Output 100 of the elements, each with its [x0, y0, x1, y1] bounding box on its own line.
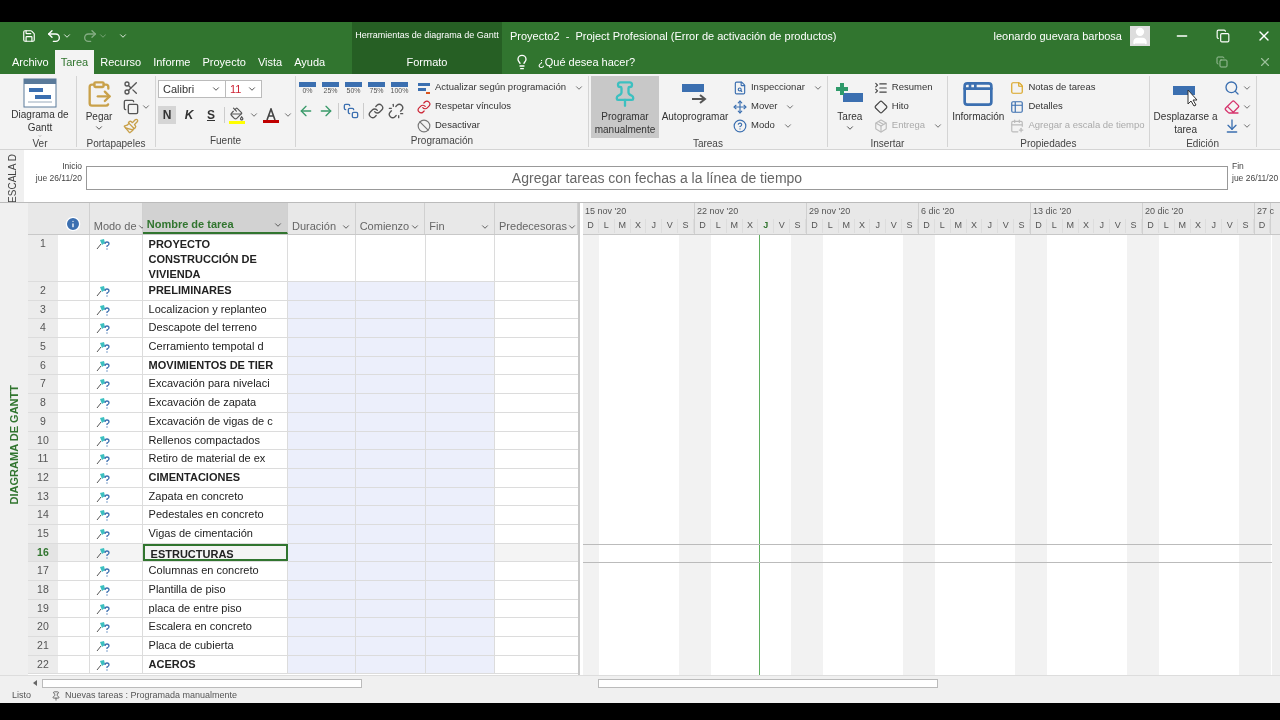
ribbon-small-button[interactable]: Mover	[730, 97, 825, 116]
ribbon-small-button[interactable]: Resumen	[871, 78, 946, 97]
day-label: X	[630, 219, 647, 233]
ribbon-large-button[interactable]: Diagrama de Gantt	[6, 76, 74, 138]
day-label: D	[1143, 219, 1159, 233]
ribbon-tab[interactable]: Recurso	[94, 50, 148, 74]
row-number[interactable]: 21	[28, 637, 58, 655]
day-label: S	[902, 219, 918, 233]
day-label: D	[807, 219, 823, 233]
day-label: S	[1126, 219, 1142, 233]
column-header[interactable]: Predecesoras	[495, 203, 578, 234]
start-label: Inicio	[62, 160, 82, 172]
row-number[interactable]: 8	[28, 394, 58, 412]
day-label: D	[1255, 219, 1270, 233]
day-label: M	[950, 219, 967, 233]
column-header[interactable]: Duración	[288, 203, 356, 234]
week-label: 22 nov '20	[696, 205, 740, 218]
week-label: 6 dic '20	[920, 205, 956, 218]
ribbon-small-button[interactable]: Respetar vínculos	[415, 97, 586, 116]
day-label: L	[822, 219, 839, 233]
row-number[interactable]: 11	[28, 450, 58, 468]
end-label: Fin	[1232, 160, 1244, 172]
day-label: X	[742, 219, 759, 233]
week-label: 20 dic '20	[1144, 205, 1185, 218]
ribbon-tab[interactable]: Archivo	[6, 50, 55, 74]
ribbon-small-button[interactable]: Detalles	[1008, 97, 1147, 116]
ribbon-large-button[interactable]: Tarea	[829, 76, 870, 138]
ribbon-small-button[interactable]: Inspeccionar	[730, 78, 825, 97]
day-label: J	[1094, 219, 1111, 233]
day-label: X	[1190, 219, 1207, 233]
context-group-label: Herramientas de diagrama de Gantt	[355, 29, 499, 43]
day-label: D	[919, 219, 935, 233]
day-label: L	[1158, 219, 1175, 233]
ribbon-tab[interactable]: Proyecto	[196, 50, 252, 74]
underline-button[interactable]: S	[202, 106, 220, 124]
row-number[interactable]: 7	[28, 375, 58, 394]
status-text: Listo	[12, 690, 31, 701]
day-label: M	[1062, 219, 1079, 233]
row-number[interactable]: 1	[28, 235, 58, 281]
user-name: leonardo guevara barbosa	[993, 28, 1123, 44]
ribbon-small-button[interactable]: Hito	[871, 97, 946, 116]
ribbon-small-button[interactable]: Actualizar según programación	[415, 78, 586, 97]
group-label: Propiedades	[1019, 138, 1078, 149]
day-label: J	[1206, 219, 1223, 233]
bold-button[interactable]: N	[158, 106, 176, 124]
column-header[interactable]: Fin	[425, 203, 495, 234]
group-label: Fuente	[208, 135, 243, 147]
ribbon-tab[interactable]: Informe	[147, 50, 197, 74]
week-label: 29 nov '20	[808, 205, 852, 218]
day-label: M	[838, 219, 855, 233]
day-label: D	[1031, 219, 1047, 233]
day-label: L	[598, 219, 615, 233]
day-label: L	[1046, 219, 1063, 233]
week-label: 15 nov '20	[584, 205, 628, 218]
new-tasks-status[interactable]: Nuevas tareas : Programada manualmente	[51, 690, 238, 701]
row-number[interactable]: 5	[28, 338, 58, 356]
day-label: X	[1078, 219, 1095, 233]
ribbon-large-button[interactable]: Autoprogramar	[660, 76, 729, 138]
font-name-field[interactable]: Calibri	[158, 80, 226, 98]
window-title: Proyecto2 - Project Profesional (Error de activación de productos)	[509, 28, 837, 44]
ribbon-large-button[interactable]: Información	[950, 76, 1007, 138]
day-label: M	[614, 219, 631, 233]
ribbon-large-button[interactable]: Programar manualmente	[590, 76, 659, 138]
ribbon-large-button[interactable]: Desplazarse a tarea	[1151, 76, 1220, 138]
ribbon-small-button[interactable]: Modo	[730, 116, 825, 135]
row-number[interactable]: 17	[28, 562, 58, 580]
group-label: Insertar	[869, 138, 906, 149]
day-label: S	[678, 219, 694, 233]
row-number[interactable]: 18	[28, 581, 58, 599]
ribbon-large-button[interactable]: Pegar	[79, 76, 119, 138]
row-number[interactable]: 20	[28, 618, 58, 637]
day-label: J	[870, 219, 887, 233]
row-number[interactable]: 2	[28, 282, 58, 300]
day-label: V	[1222, 219, 1239, 233]
day-label: V	[774, 219, 791, 233]
task-name-cell[interactable]: ESTRUCTURAS	[142, 543, 289, 562]
day-label: L	[934, 219, 951, 233]
ribbon-tab[interactable]: Tarea	[54, 50, 95, 74]
day-label: X	[966, 219, 983, 233]
ribbon-small-button[interactable]: Desactivar	[415, 116, 586, 135]
ribbon-small-button[interactable]: Notas de tareas	[1008, 78, 1147, 97]
ribbon-tab[interactable]: Vista	[251, 50, 289, 74]
task-name-cell[interactable]: PROYECTO CONSTRUCCIÓN DE VIVIENDA	[142, 235, 289, 281]
column-header[interactable]: Nombre de tarea	[142, 203, 288, 234]
day-label: S	[1238, 219, 1254, 233]
italic-button[interactable]: K	[180, 106, 198, 124]
tell-me-field[interactable]: ¿Qué desea hacer?	[502, 50, 702, 74]
row-number[interactable]: 14	[28, 506, 58, 524]
timeline-bar[interactable]: Agregar tareas con fechas a la línea de tiempo	[86, 166, 1228, 190]
row-number[interactable]: 4	[28, 319, 58, 338]
timeline-side-label: ESCALA D	[5, 154, 19, 202]
ribbon-tab[interactable]: Ayuda	[288, 50, 332, 74]
font-size-field[interactable]: 11	[226, 80, 262, 98]
day-label: X	[854, 219, 871, 233]
day-label: S	[1014, 219, 1030, 233]
column-header[interactable]: Comienzo	[355, 203, 426, 234]
day-label: S	[790, 219, 806, 233]
start-date: jue 26/11/20	[35, 172, 82, 184]
group-label: Portapapeles	[85, 138, 147, 149]
day-label: D	[583, 219, 599, 233]
